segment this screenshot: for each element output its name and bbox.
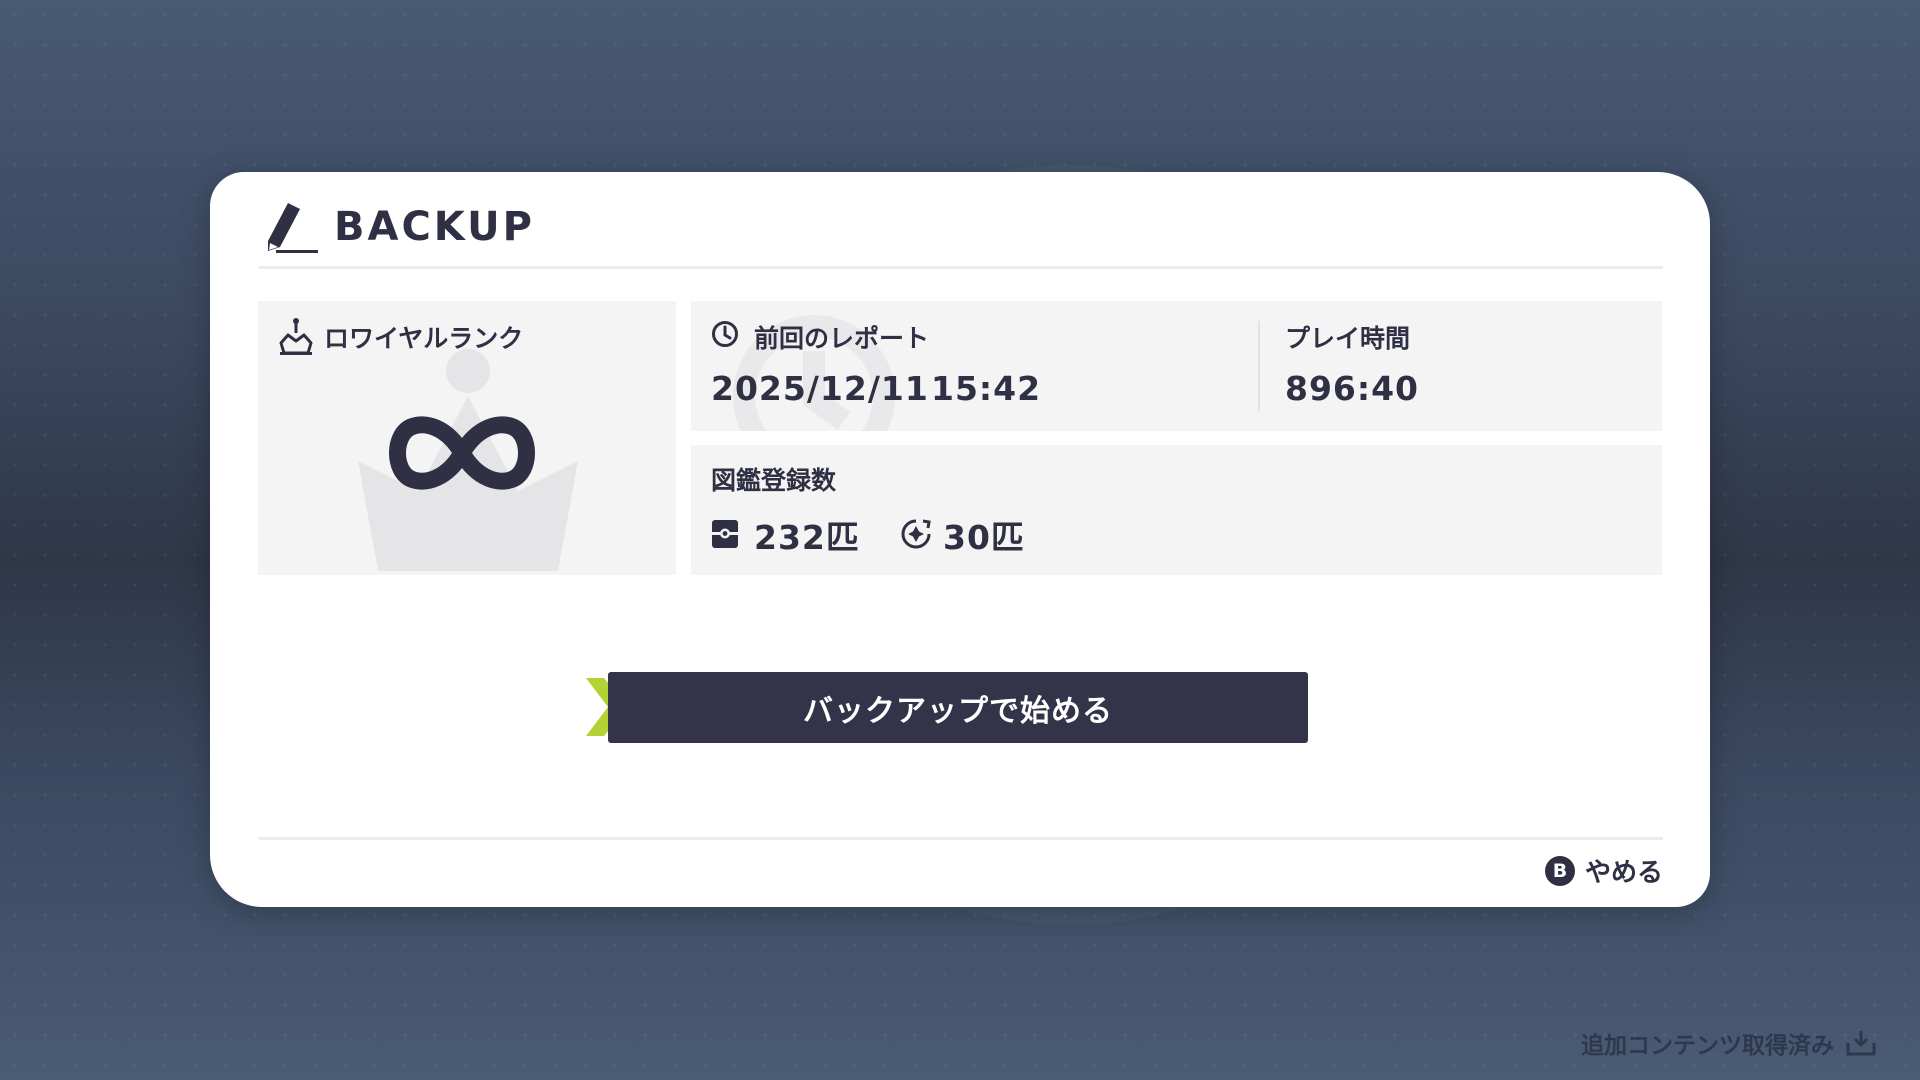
cancel-button[interactable]: B やめる [1544, 852, 1663, 889]
crown-icon [279, 318, 313, 355]
dex-mega-count: 30匹 [943, 518, 1025, 557]
dex-count-label: 図鑑登録数 [711, 466, 837, 495]
infinity-icon [389, 416, 535, 490]
dialog-header: BACKUP [258, 192, 535, 262]
mega-evolution-icon [901, 519, 931, 549]
download-icon [1846, 1031, 1876, 1056]
b-button-icon: B [1544, 855, 1575, 886]
header-divider [258, 266, 1663, 269]
report-divider [1258, 321, 1260, 411]
backup-dialog: BACKUP ロワイヤルランク 前回のレポート 2025/12/11 15:42… [210, 172, 1710, 907]
play-time-value: 896:40 [1285, 369, 1420, 408]
clock-icon [712, 321, 738, 347]
play-time-label: プレイ時間 [1285, 324, 1411, 353]
royal-rank-label: ロワイヤルランク [324, 324, 524, 353]
dlc-status-text: 追加コンテンツ取得済み [1581, 1033, 1834, 1059]
pokedex-icon [712, 520, 738, 548]
cancel-label: やめる [1584, 858, 1663, 888]
last-report-panel: 前回のレポート 2025/12/11 15:42 プレイ時間 896:40 [691, 301, 1662, 431]
last-report-time: 15:42 [931, 369, 1042, 408]
last-report-date: 2025/12/11 [711, 369, 929, 408]
dialog-title: BACKUP [334, 204, 535, 250]
dex-count-panel: 図鑑登録数 232匹 30匹 [691, 445, 1662, 575]
footer-divider [258, 837, 1663, 840]
pen-icon [268, 203, 318, 253]
dlc-status: 追加コンテンツ取得済み [1581, 1026, 1878, 1060]
last-report-label: 前回のレポート [754, 324, 930, 353]
start-with-backup-button[interactable]: バックアップで始める [608, 672, 1308, 743]
royal-rank-panel: ロワイヤルランク [258, 301, 676, 575]
dex-registered-count: 232匹 [754, 518, 860, 557]
